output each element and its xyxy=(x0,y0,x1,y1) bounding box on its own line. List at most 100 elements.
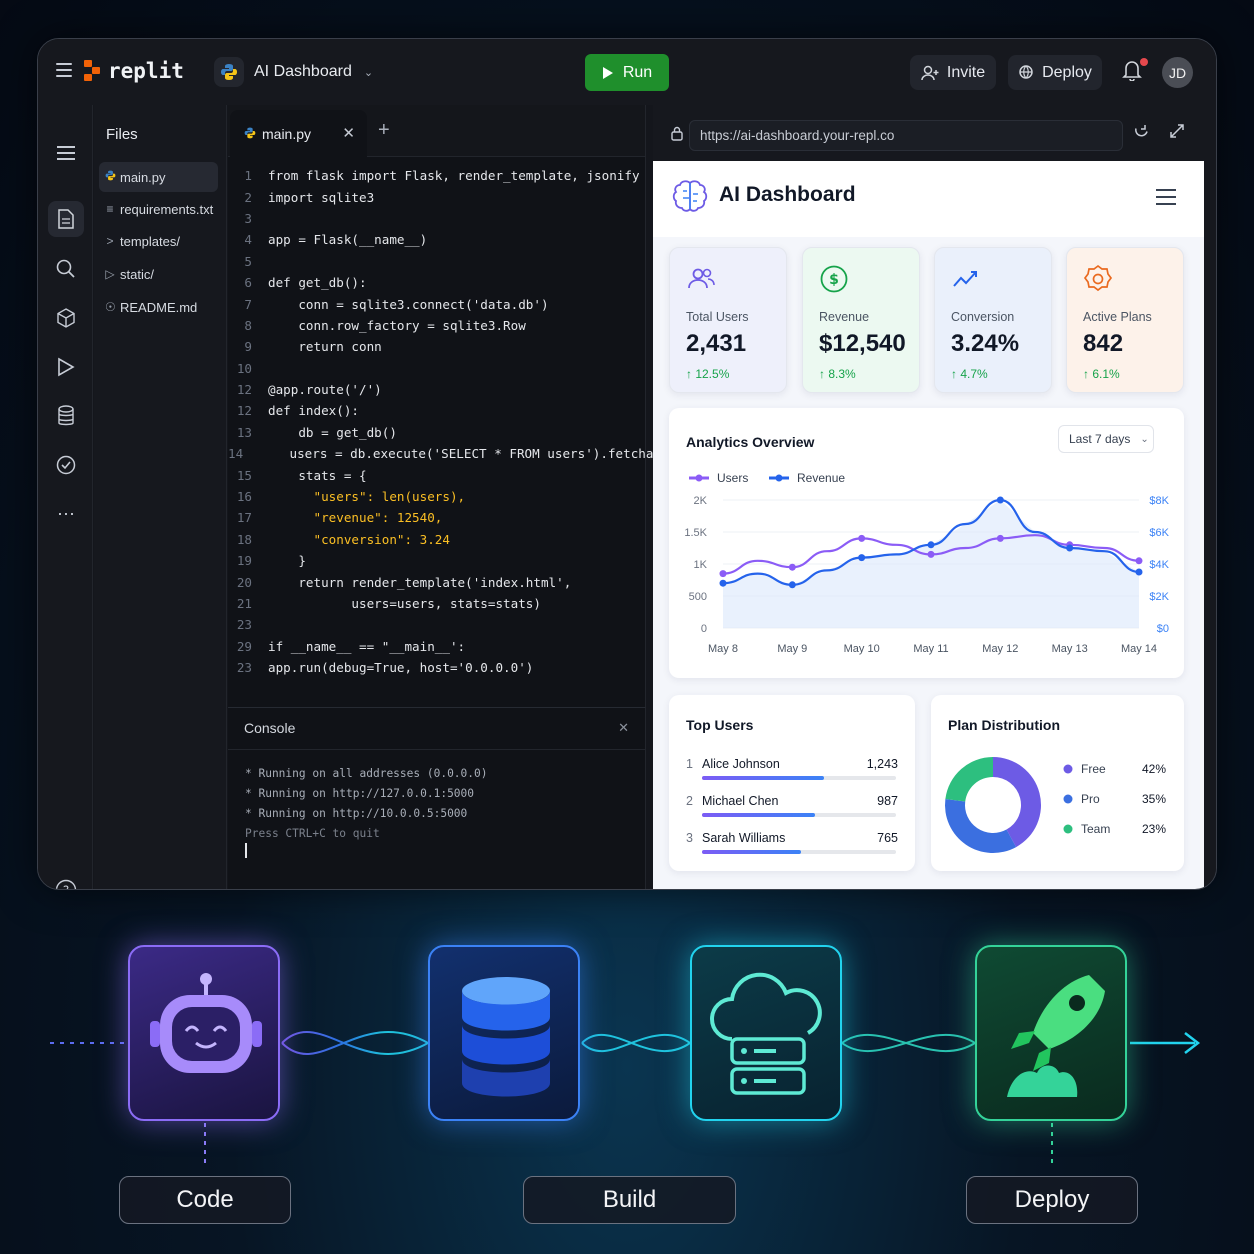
line-number: 23 xyxy=(236,617,252,633)
code-line: 12 def index(): xyxy=(228,400,645,421)
project-switcher[interactable]: AI Dashboard ⌄ xyxy=(214,56,373,88)
python-icon xyxy=(244,126,256,142)
line-number: 17 xyxy=(236,510,252,526)
line-number: 23 xyxy=(236,660,252,676)
user-rank: 2 xyxy=(686,794,693,808)
close-tab-icon[interactable]: ✕ xyxy=(342,124,355,142)
replit-logo[interactable]: replit xyxy=(84,59,184,83)
invite-label: Invite xyxy=(946,63,986,81)
data-point-revenue xyxy=(1135,568,1143,576)
data-point-users xyxy=(719,570,727,578)
code-line: 5 xyxy=(228,251,645,272)
files-icon[interactable] xyxy=(48,201,84,237)
help-icon[interactable]: ? xyxy=(48,872,84,889)
top-users-card: Top Users 1 Alice Johnson 1,243 2 Michael Ch… xyxy=(669,695,915,871)
donut-slice-team xyxy=(945,757,993,802)
packages-cube-icon[interactable] xyxy=(48,300,84,336)
line-number: 13 xyxy=(236,424,252,440)
rocket-icon xyxy=(1007,975,1105,1097)
search-icon[interactable] xyxy=(48,251,84,287)
user-progress-track xyxy=(702,776,896,780)
line-number: 12 xyxy=(236,382,252,398)
code-line: 3 xyxy=(228,208,645,229)
url-input[interactable]: https://ai-dashboard.your-repl.co xyxy=(689,120,1123,151)
code-line: 16 "users": len(users), xyxy=(228,486,645,507)
console-cursor xyxy=(245,843,247,858)
file-name: requirements.txt xyxy=(120,201,214,217)
user-value: 765 xyxy=(877,831,898,845)
code-line: 12 @app.route('/') xyxy=(228,379,645,400)
add-tab-icon[interactable]: + xyxy=(378,119,390,142)
line-number: 20 xyxy=(236,574,252,590)
run-play-icon[interactable] xyxy=(48,349,84,385)
stat-label: Revenue xyxy=(819,310,870,324)
x-tick-label: May 8 xyxy=(708,643,738,655)
tab-main-py[interactable]: main.py ✕ xyxy=(230,110,367,157)
menu-icon[interactable] xyxy=(48,135,84,171)
stat-card-revenue[interactable]: $ Revenue $12,540 ↑ 8.3% xyxy=(802,247,920,393)
refresh-icon[interactable] xyxy=(1133,123,1150,145)
plan-name: Pro xyxy=(1081,792,1100,806)
data-point-revenue xyxy=(927,541,935,549)
invite-button[interactable]: Invite xyxy=(910,55,996,90)
code-line: 10 xyxy=(228,358,645,379)
expand-icon[interactable] xyxy=(1169,123,1185,144)
y-tick-left: 500 xyxy=(689,591,707,603)
code-editor[interactable]: main.py ✕ + 1 from flask import Flask, re… xyxy=(228,105,684,725)
hamburger-menu-icon[interactable] xyxy=(56,63,72,77)
line-number: 2 xyxy=(244,189,252,205)
range-label: Last 7 days xyxy=(1069,432,1131,446)
dashboard-menu-icon[interactable] xyxy=(1156,189,1176,210)
folder-item-templates[interactable]: > templates/ xyxy=(99,226,218,256)
console-divider xyxy=(228,749,645,750)
stat-label: Conversion xyxy=(951,310,1015,324)
range-select[interactable]: Last 7 days ⌄ xyxy=(1058,425,1154,453)
plan-percent: 35% xyxy=(1142,792,1166,806)
user-value: 1,243 xyxy=(866,757,898,771)
code-text: users=users, stats=stats) xyxy=(268,596,541,611)
file-item-main-py[interactable]: main.py xyxy=(99,162,218,192)
code-text: "users": len(users), xyxy=(268,489,466,505)
file-name: main.py xyxy=(120,169,166,185)
deploy-button[interactable]: Deploy xyxy=(1008,55,1102,90)
file-item-readme[interactable]: ☉ README.md xyxy=(99,292,218,322)
run-button[interactable]: Run xyxy=(585,54,669,91)
line-number: 18 xyxy=(236,531,252,547)
code-text: users = db.execute('SELECT * FROM users'… xyxy=(259,446,684,462)
user-progress-fill xyxy=(702,813,815,817)
stat-label: Active Plans xyxy=(1083,310,1152,324)
stat-card-active-plans[interactable]: Active Plans 842 ↑ 6.1% xyxy=(1066,247,1184,393)
line-number: 6 xyxy=(244,275,252,291)
trend-icon xyxy=(951,264,981,294)
chevron-right-icon: > xyxy=(106,234,114,248)
user-progress-track xyxy=(702,813,896,817)
plan-percent: 42% xyxy=(1142,762,1166,776)
line-number: 15 xyxy=(236,467,252,483)
database-icon[interactable] xyxy=(48,398,84,434)
build-label: Build xyxy=(523,1176,736,1224)
robot-icon xyxy=(150,973,262,1073)
y-tick-right: $2K xyxy=(1149,591,1169,603)
close-console-icon[interactable]: ✕ xyxy=(618,720,629,736)
avatar[interactable]: JD xyxy=(1162,57,1193,88)
more-dots-icon[interactable]: ⋯ xyxy=(48,496,84,532)
notifications-bell-icon[interactable] xyxy=(1122,58,1148,85)
stat-card-conversion[interactable]: Conversion 3.24% ↑ 4.7% xyxy=(934,247,1052,393)
user-name: Sarah Williams xyxy=(702,831,786,845)
data-point-users xyxy=(996,534,1004,542)
code-label: Code xyxy=(119,1176,291,1224)
check-circle-icon[interactable] xyxy=(48,447,84,483)
play-icon xyxy=(602,66,613,79)
code-line: 1 from flask import Flask, render_templat… xyxy=(228,165,645,186)
text-file-icon: ≡ xyxy=(106,202,114,216)
code-text: from flask import Flask, render_template… xyxy=(268,168,640,184)
deploy-step-card xyxy=(975,945,1127,1121)
webview-panel: https://ai-dashboard.your-repl.co AI Das… xyxy=(653,105,1216,889)
folder-item-static[interactable]: ▷ static/ xyxy=(99,259,218,289)
console-panel[interactable]: Console ✕ * Running on all addresses (0.… xyxy=(228,707,646,889)
line-number: 3 xyxy=(244,210,252,226)
line-number: 10 xyxy=(236,360,252,376)
legend-marker xyxy=(775,474,783,482)
file-item-requirements[interactable]: ≡ requirements.txt xyxy=(99,194,218,224)
stat-card-total-users[interactable]: Total Users 2,431 ↑ 12.5% xyxy=(669,247,787,393)
